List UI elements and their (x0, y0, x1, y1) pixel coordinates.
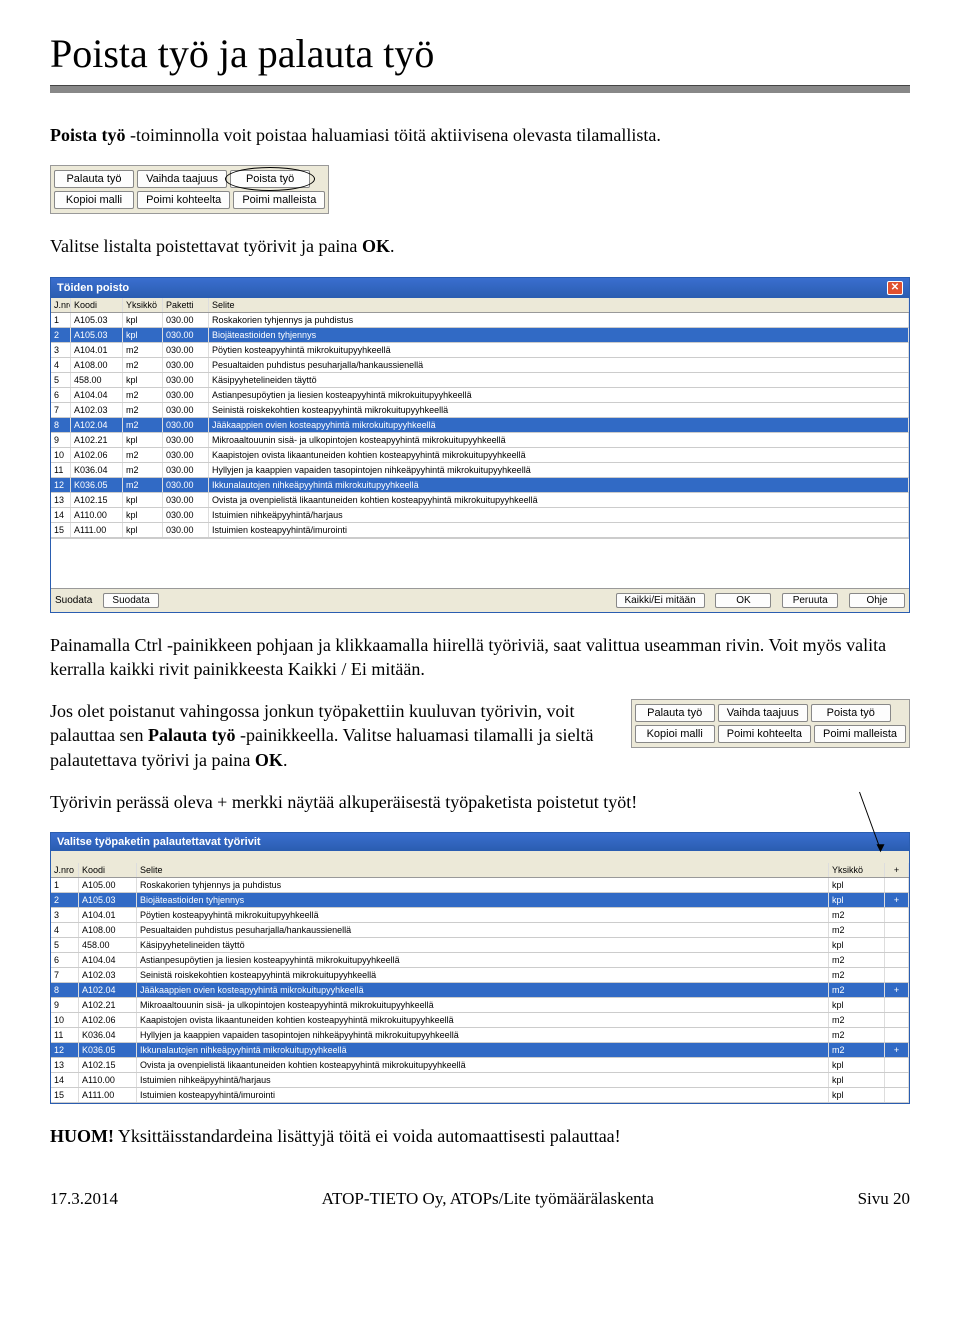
dialog2-header-row: J.nro Koodi Selite Yksikkö + (51, 863, 909, 878)
table-row[interactable]: 9A102.21kpl030.00Mikroaaltouunin sisä- j… (51, 433, 909, 448)
table-row[interactable]: 8A102.04Jääkaappien ovien kosteapyyhintä… (51, 983, 909, 998)
table-row[interactable]: 15A111.00Istuimien kosteapyyhintä/imuroi… (51, 1088, 909, 1103)
btn-poimi-malleista-2[interactable]: Poimi malleista (814, 725, 906, 743)
btn-vaihda-taajuus[interactable]: Vaihda taajuus (137, 170, 227, 188)
table-row[interactable]: 1A105.03kpl030.00Roskakorien tyhjennys j… (51, 313, 909, 328)
table-row[interactable]: 4A108.00m2030.00Pesualtaiden puhdistus p… (51, 358, 909, 373)
table-row[interactable]: 2A105.03Biojäteastioiden tyhjennyskpl+ (51, 893, 909, 908)
dialog1-title: Töiden poisto (57, 282, 129, 294)
table-row[interactable]: 6A104.04m2030.00Astianpesupöytien ja lie… (51, 388, 909, 403)
btn-palauta-tyo-2[interactable]: Palauta työ (635, 704, 715, 722)
table-row[interactable]: 3A104.01Pöytien kosteapyyhintä mikrokuit… (51, 908, 909, 923)
suodata-button[interactable]: Suodata (103, 593, 159, 608)
table-row[interactable]: 6A104.04Astianpesupöytien ja liesien kos… (51, 953, 909, 968)
table-row[interactable]: 3A104.01m2030.00Pöytien kosteapyyhintä m… (51, 343, 909, 358)
btn-peruuta[interactable]: Peruuta (782, 593, 838, 608)
table-row[interactable]: 8A102.04m2030.00Jääkaappien ovien kostea… (51, 418, 909, 433)
table-row[interactable]: 11K036.04Hyllyjen ja kaappien vapaiden t… (51, 1028, 909, 1043)
table-row[interactable]: 10A102.06Kaapistojen ovista likaantuneid… (51, 1013, 909, 1028)
table-row[interactable]: 9A102.21Mikroaaltouunin sisä- ja ulkopin… (51, 998, 909, 1013)
para4-d: OK (255, 750, 283, 770)
para4-e: . (283, 750, 288, 770)
table-row[interactable]: 13A102.15kpl030.00Ovista ja ovenpielistä… (51, 493, 909, 508)
col2-jnro: J.nro (51, 863, 79, 877)
dialog-valitse-tyopaketin: Valitse työpaketin palautettavat työrivi… (50, 832, 910, 1104)
table-row[interactable]: 5458.00Käsipyyhetelineiden täyttökpl (51, 938, 909, 953)
table-row[interactable]: 4A108.00Pesualtaiden puhdistus pesuharja… (51, 923, 909, 938)
table-row[interactable]: 1A105.00Roskakorien tyhjennys ja puhdist… (51, 878, 909, 893)
paragraph-2: Valitse listalta poistettavat työrivit j… (50, 234, 910, 258)
huom-paragraph: HUOM! Yksittäisstandardeina lisättyjä tö… (50, 1124, 910, 1148)
btn-palauta-tyo[interactable]: Palauta työ (54, 170, 134, 188)
dialog2-titlebar: Valitse työpaketin palautettavat työrivi… (51, 833, 909, 851)
table-row[interactable]: 5458.00kpl030.00Käsipyyhetelineiden täyt… (51, 373, 909, 388)
col2-koodi: Koodi (79, 863, 137, 877)
table-row[interactable]: 2A105.03kpl030.00Biojäteastioiden tyhjen… (51, 328, 909, 343)
dialog1-header-row: J.nro Koodi Yksikkö Paketti Selite (51, 298, 909, 313)
btn-poista-tyo[interactable]: Poista työ (230, 170, 310, 188)
paragraph-4: Jos olet poistanut vahingossa jonkun työ… (50, 699, 611, 772)
para2-a: Valitse listalta poistettavat työrivit j… (50, 236, 362, 256)
col-paketti: Paketti (163, 298, 209, 312)
paragraph-3: Painamalla Ctrl -painikkeen pohjaan ja k… (50, 633, 910, 682)
table-row[interactable]: 14A110.00Istuimien nihkeäpyyhintä/harjau… (51, 1073, 909, 1088)
dialog-toiden-poisto: Töiden poisto ✕ J.nro Koodi Yksikkö Pake… (50, 277, 910, 613)
btn-poimi-kohteelta[interactable]: Poimi kohteelta (137, 191, 230, 209)
col2-plus: + (885, 863, 909, 877)
table-row[interactable]: 7A102.03m2030.00Seinistä roiskekohtien k… (51, 403, 909, 418)
para2-b: OK (362, 236, 390, 256)
table-row[interactable]: 15A111.00kpl030.00Istuimien kosteapyyhin… (51, 523, 909, 538)
col-koodi: Koodi (71, 298, 123, 312)
huom-rest: Yksittäisstandardeina lisättyjä töitä ei… (114, 1126, 621, 1146)
dialog1-footer: Suodata Suodata Kaikki/Ei mitään OK Peru… (51, 588, 909, 612)
table-row[interactable]: 13A102.15Ovista ja ovenpielistä likaantu… (51, 1058, 909, 1073)
dialog2-pad (51, 851, 909, 863)
dialog2-title: Valitse työpaketin palautettavat työrivi… (57, 836, 261, 848)
para1-bold: Poista työ (50, 125, 130, 145)
table-row[interactable]: 12K036.05Ikkunalautojen nihkeäpyyhintä m… (51, 1043, 909, 1058)
dialog1-whitespace (51, 538, 909, 588)
btn-ohje[interactable]: Ohje (849, 593, 905, 608)
huom-bold: HUOM! (50, 1126, 114, 1146)
close-icon[interactable]: ✕ (887, 281, 903, 295)
table-row[interactable]: 12K036.05m2030.00Ikkunalautojen nihkeäpy… (51, 478, 909, 493)
table-row[interactable]: 11K036.04m2030.00Hyllyjen ja kaappien va… (51, 463, 909, 478)
table-row[interactable]: 10A102.06m2030.00Kaapistojen ovista lika… (51, 448, 909, 463)
title-rule (50, 85, 910, 93)
col2-yksikko: Yksikkö (829, 863, 885, 877)
btn-poimi-kohteelta-2[interactable]: Poimi kohteelta (718, 725, 811, 743)
footer-center: ATOP-TIETO Oy, ATOPs/Lite työmäärälasken… (322, 1189, 654, 1209)
para4-b: Palauta työ (148, 725, 236, 745)
col-jnro: J.nro (51, 298, 71, 312)
btn-kaikki-ei-mitaan[interactable]: Kaikki/Ei mitään (616, 593, 705, 608)
col2-selite: Selite (137, 863, 829, 877)
btn-poista-tyo-2[interactable]: Poista työ (811, 704, 891, 722)
para1-rest: -toiminnolla voit poistaa haluamiasi töi… (130, 125, 661, 145)
table-row[interactable]: 14A110.00kpl030.00Istuimien nihkeäpyyhin… (51, 508, 909, 523)
dialog1-titlebar: Töiden poisto ✕ (51, 278, 909, 298)
table-row[interactable]: 7A102.03Seinistä roiskekohtien kosteapyy… (51, 968, 909, 983)
paragraph-5: Työrivin perässä oleva + merkki näytää a… (50, 790, 910, 814)
col-selite: Selite (209, 298, 909, 312)
page-footer: 17.3.2014 ATOP-TIETO Oy, ATOPs/Lite työm… (50, 1189, 910, 1209)
btn-ok[interactable]: OK (715, 593, 771, 608)
page-title: Poista työ ja palauta työ (50, 30, 910, 77)
btn-poimi-malleista[interactable]: Poimi malleista (233, 191, 325, 209)
footer-date: 17.3.2014 (50, 1189, 118, 1209)
para2-c: . (390, 236, 395, 256)
suodata-label: Suodata (55, 595, 92, 606)
col-yksikko: Yksikkö (123, 298, 163, 312)
btn-kopioi-malli-2[interactable]: Kopioi malli (635, 725, 715, 743)
btn-vaihda-taajuus-2[interactable]: Vaihda taajuus (718, 704, 808, 722)
toolbar-screenshot-2: Palauta työ Vaihda taajuus Poista työ Ko… (631, 699, 910, 748)
btn-kopioi-malli[interactable]: Kopioi malli (54, 191, 134, 209)
paragraph-1: Poista työ -toiminnolla voit poistaa hal… (50, 123, 910, 147)
toolbar-screenshot-1: Palauta työ Vaihda taajuus Poista työ Ko… (50, 165, 329, 214)
footer-page: Sivu 20 (858, 1189, 910, 1209)
